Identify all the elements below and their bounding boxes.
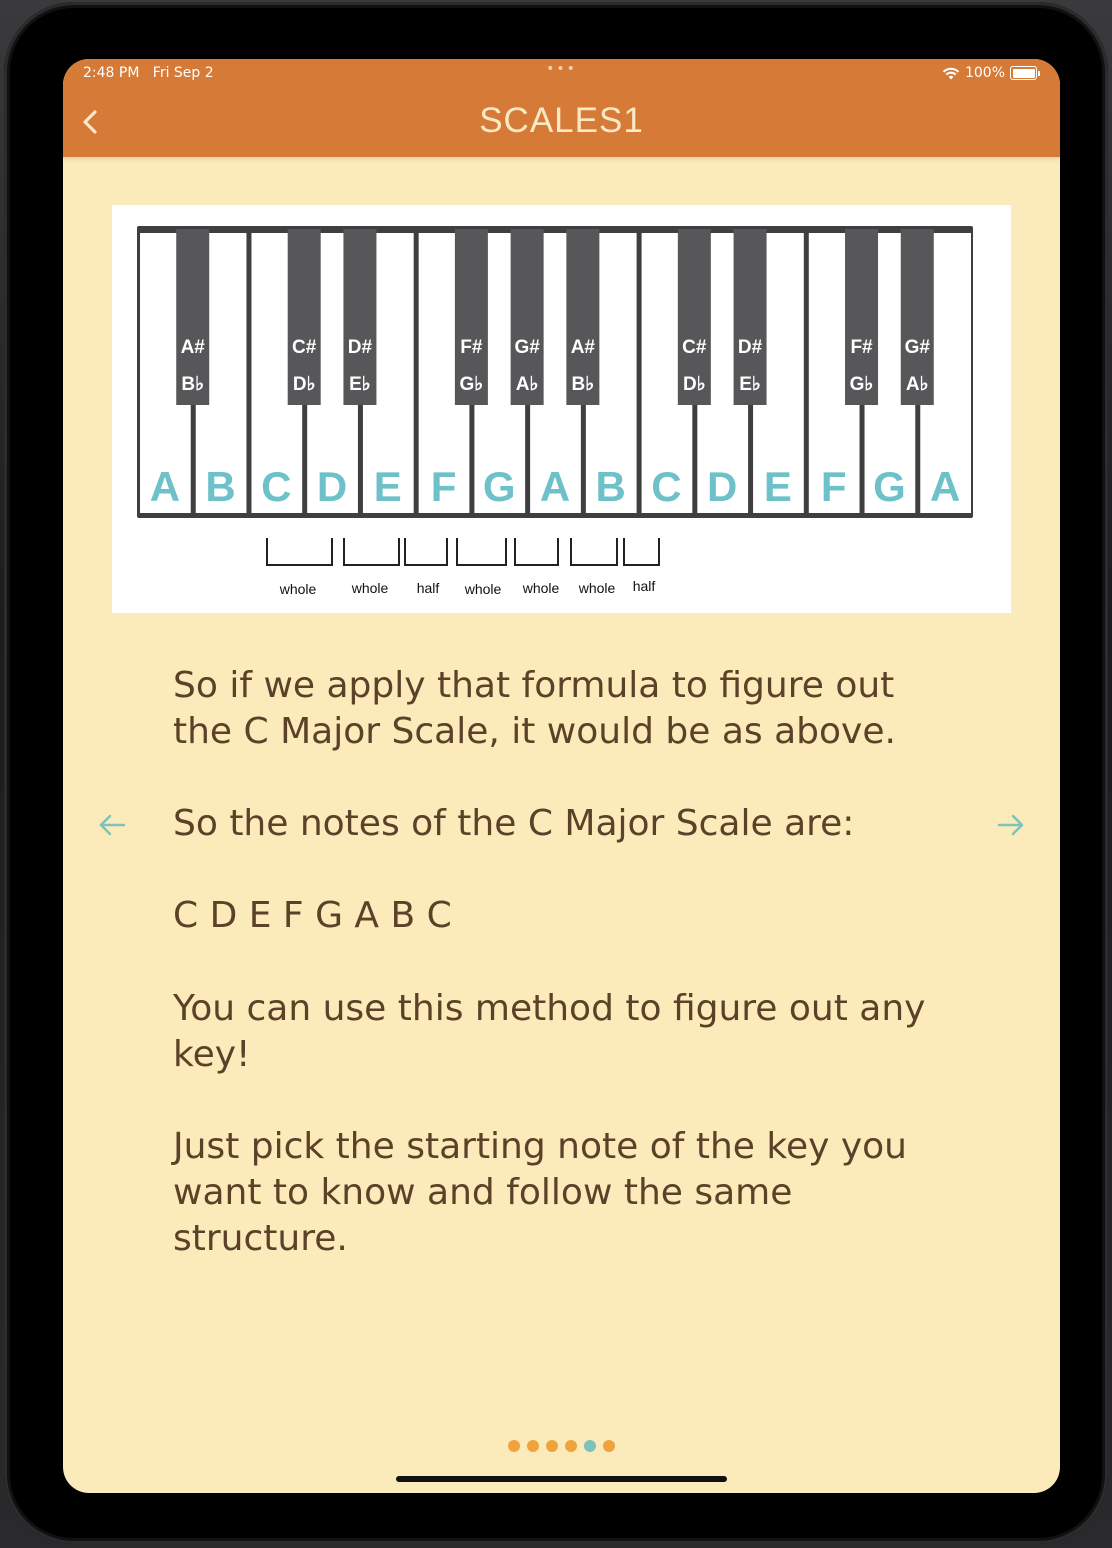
sharp-label: C# bbox=[292, 337, 317, 358]
paragraph-structure: Just pick the starting note of the key y… bbox=[173, 1126, 907, 1259]
white-key-note-label: E bbox=[374, 463, 402, 510]
white-key-note-label: D bbox=[707, 463, 737, 510]
white-key-note-label: C bbox=[261, 463, 291, 510]
sharp-label: F# bbox=[460, 337, 483, 358]
arrow-right-icon bbox=[997, 814, 1024, 836]
app-screen: 2:48 PM Fri Sep 2 ••• 100% SCALES1 A# B♭… bbox=[63, 59, 1060, 1493]
sharp-label: C# bbox=[682, 337, 707, 358]
step-label: whole bbox=[279, 581, 317, 597]
step-label: half bbox=[633, 578, 656, 594]
white-key-note-label: A bbox=[540, 463, 570, 510]
status-bar-right: 100% bbox=[942, 65, 1040, 81]
white-key-note-label: F bbox=[431, 463, 457, 510]
step-label: whole bbox=[351, 580, 389, 596]
wifi-icon bbox=[942, 67, 960, 79]
white-key-note-label: F bbox=[821, 463, 847, 510]
multitasking-dots[interactable]: ••• bbox=[63, 61, 1060, 77]
page-dot[interactable] bbox=[584, 1440, 596, 1452]
home-indicator[interactable] bbox=[396, 1476, 727, 1482]
flat-label: E♭ bbox=[739, 374, 761, 395]
sharp-label: D# bbox=[738, 337, 763, 358]
flat-label: A♭ bbox=[516, 374, 539, 395]
device-frame: 2:48 PM Fri Sep 2 ••• 100% SCALES1 A# B♭… bbox=[4, 2, 1108, 1544]
page-title: SCALES1 bbox=[479, 101, 644, 140]
sharp-label: A# bbox=[181, 337, 206, 358]
flat-label: G♭ bbox=[460, 374, 484, 395]
white-key-note-label: A bbox=[150, 463, 180, 510]
sharp-label: A# bbox=[571, 337, 596, 358]
piano-keyboard-diagram: A# B♭ C# D♭ D# E♭ F# G♭ G# A♭ A# B♭ C# D♭ D# E♭ F# G♭ G# A♭… bbox=[137, 226, 973, 597]
white-key-note-label: A bbox=[930, 463, 960, 510]
page-dot[interactable] bbox=[508, 1440, 520, 1452]
white-key-note-label: B bbox=[205, 463, 235, 510]
step-label: whole bbox=[464, 581, 502, 597]
white-key-note-label: D bbox=[317, 463, 347, 510]
sharp-label: D# bbox=[348, 337, 373, 358]
paragraph-any-key: You can use this method to figure out an… bbox=[173, 988, 926, 1075]
next-page-button[interactable] bbox=[996, 810, 1026, 840]
arrow-left-icon bbox=[99, 814, 126, 836]
step-bracket bbox=[456, 538, 507, 566]
white-key-note-label: G bbox=[483, 463, 516, 510]
flat-label: G♭ bbox=[850, 374, 874, 395]
flat-label: D♭ bbox=[683, 374, 706, 395]
page-indicator[interactable] bbox=[63, 1440, 1060, 1452]
sharp-label: F# bbox=[850, 337, 873, 358]
step-bracket bbox=[266, 538, 333, 566]
navigation-bar: 2:48 PM Fri Sep 2 ••• 100% SCALES1 bbox=[63, 59, 1060, 157]
battery-cap bbox=[1038, 70, 1040, 76]
step-bracket bbox=[404, 538, 448, 566]
paragraph-formula: So if we apply that formula to figure ou… bbox=[173, 665, 896, 752]
step-label: whole bbox=[578, 580, 616, 596]
flat-label: B♭ bbox=[181, 374, 204, 395]
page-dot[interactable] bbox=[527, 1440, 539, 1452]
battery-percent: 100% bbox=[964, 65, 1005, 81]
white-key-note-label: E bbox=[764, 463, 792, 510]
sharp-label: G# bbox=[905, 337, 931, 358]
paragraph-notes-intro: So the notes of the C Major Scale are: bbox=[173, 803, 855, 844]
piano-scale-image: A# B♭ C# D♭ D# E♭ F# G♭ G# A♭ A# B♭ C# D♭ D# E♭ F# G♭ G# A♭… bbox=[112, 205, 1011, 613]
step-bracket bbox=[570, 538, 618, 566]
flat-label: E♭ bbox=[349, 374, 371, 395]
white-key-note-label: G bbox=[873, 463, 906, 510]
step-label: half bbox=[417, 580, 440, 596]
white-key-note-label: C bbox=[651, 463, 681, 510]
page-dot[interactable] bbox=[546, 1440, 558, 1452]
step-bracket bbox=[623, 538, 660, 566]
page-dot[interactable] bbox=[565, 1440, 577, 1452]
battery-icon bbox=[1010, 66, 1037, 80]
flat-label: A♭ bbox=[906, 374, 929, 395]
step-bracket bbox=[343, 538, 400, 566]
paragraph-scale-notes: C D E F G A B C bbox=[173, 895, 452, 936]
step-bracket bbox=[514, 538, 559, 566]
flat-label: B♭ bbox=[572, 374, 595, 395]
sharp-label: G# bbox=[514, 337, 540, 358]
previous-page-button[interactable] bbox=[97, 810, 127, 840]
white-key-note-label: B bbox=[596, 463, 626, 510]
step-label: whole bbox=[522, 580, 560, 596]
flat-label: D♭ bbox=[293, 374, 316, 395]
page-dot[interactable] bbox=[603, 1440, 615, 1452]
